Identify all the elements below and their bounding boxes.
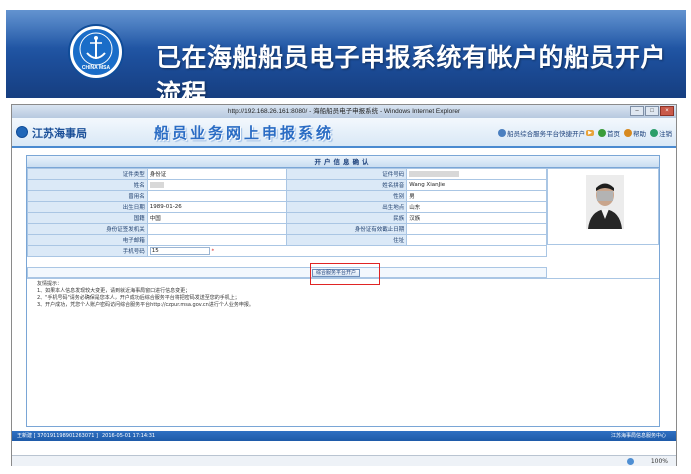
table-row: 证件类型 身份证 证件号码 <box>27 168 547 180</box>
browser-window: http://192.168.26.161:8080/ - 海船船员电子申报系统… <box>11 104 677 466</box>
field-value <box>146 179 288 191</box>
help-link-label: 帮助 <box>633 130 646 138</box>
login-date: 2016-05-01 17:14:31 <box>102 433 156 439</box>
pinyin-value: Wang XianJie <box>406 179 547 191</box>
field-label: 出生日期 <box>27 201 148 213</box>
field-label: 住址 <box>286 234 408 246</box>
field-label: 出生地点 <box>286 201 408 213</box>
account-info-panel: 开户信息确认 证件类型 身份证 证件号码 姓名 姓名拼音 Wang XianJi… <box>26 155 660 427</box>
birth-place-value: 山东 <box>406 201 547 213</box>
slide-banner: CHINA MSA 已在海船船员电子申报系统有帐户的船员开户流程 <box>6 10 686 98</box>
field-label: 身份证签发机关 <box>27 223 148 235</box>
required-mark: * <box>211 248 215 255</box>
ie-status-bar: 100% <box>12 455 676 466</box>
field-label: 身份证有效截止日期 <box>286 223 408 235</box>
help-link[interactable]: 帮助 <box>624 128 646 138</box>
birth-date-value: 1989-01-26 <box>146 201 288 213</box>
logout-icon <box>650 129 658 137</box>
home-icon <box>598 129 606 137</box>
highlight-box <box>310 263 380 285</box>
slide-title: 已在海船船员电子申报系统有帐户的船员开户流程 <box>156 43 667 98</box>
logo-text: CHINA MSA <box>81 65 111 71</box>
browser-title: http://192.168.26.161:8080/ - 海船船员电子申报系统… <box>227 108 461 115</box>
site-org-name: 江苏海事局 <box>32 127 87 140</box>
id-expiry-value <box>406 223 547 235</box>
phone-label: 手机号码 <box>27 245 148 257</box>
browser-titlebar: http://192.168.26.161:8080/ - 海船船员电子申报系统… <box>12 105 676 118</box>
table-row: 电子邮箱 住址 <box>27 234 547 246</box>
info-table: 证件类型 身份证 证件号码 姓名 姓名拼音 Wang XianJie 曾用名 性… <box>27 168 548 257</box>
address-value <box>406 234 547 246</box>
email-value <box>146 234 288 246</box>
field-label: 曾用名 <box>27 190 148 202</box>
close-button[interactable]: × <box>660 106 674 116</box>
note-item: 3、开户成功，凭您个人账户密码访问综合服务平台http://czpur.msa.… <box>37 302 254 308</box>
portal-link-label: 船员综合服务平台快捷开户 <box>507 130 586 138</box>
msa-logo-icon: CHINA MSA <box>70 26 122 78</box>
logout-link-label: 注销 <box>659 130 672 138</box>
portal-link[interactable]: 船员综合服务平台快捷开户 ▶ <box>498 128 594 138</box>
home-link-label: 首页 <box>607 130 620 138</box>
note-item: 1、如果本人信息发现较大变更，请到就近海事局窗口进行信息变更； <box>37 288 191 294</box>
home-link[interactable]: 首页 <box>598 128 620 138</box>
field-label: 民族 <box>286 212 408 224</box>
table-row: 曾用名 性别 男 <box>27 190 547 202</box>
site-system-name: 船员业务网上申报系统 <box>154 124 335 142</box>
field-label: 姓名拼音 <box>286 179 408 191</box>
note-item: 2、"手机号码"请务必确保是您本人，开户成功后综合服务平台将把密码发送至您的手机… <box>37 295 240 301</box>
id-photo <box>586 175 624 229</box>
table-row: 姓名 姓名拼音 Wang XianJie <box>27 179 547 191</box>
photo-cell <box>547 168 659 245</box>
site-header: 江苏海事局 船员业务网上申报系统 船员综合服务平台快捷开户 ▶ 首页 帮助 注销 <box>12 118 676 148</box>
copyright-text: 江苏海事局信息服务中心 <box>610 433 666 439</box>
maximize-button[interactable]: □ <box>645 106 659 116</box>
issuing-authority-value <box>146 223 288 235</box>
masked-name <box>149 181 164 188</box>
logout-link[interactable]: 注销 <box>650 128 672 138</box>
field-label: 性别 <box>286 190 408 202</box>
minimize-button[interactable]: – <box>630 106 644 116</box>
field-value: 身份证 <box>146 168 288 180</box>
gender-value: 男 <box>406 190 547 202</box>
person-icon <box>586 175 624 229</box>
site-status-bar: 王新建 [ 370191198901263071 ] 2016-05-01 17… <box>12 431 676 441</box>
window-controls: – □ × <box>630 106 674 116</box>
former-name-value <box>146 190 288 202</box>
table-row: 出生日期 1989-01-26 出生地点 山东 <box>27 201 547 213</box>
field-label: 国籍 <box>27 212 148 224</box>
field-value <box>406 168 547 180</box>
table-row: 手机号码 15 * <box>27 245 548 257</box>
nationality-value: 中国 <box>146 212 288 224</box>
table-row: 国籍 中国 民族 汉族 <box>27 212 547 224</box>
panel-title: 开户信息确认 <box>27 156 659 168</box>
id-type-value: 身份证 <box>149 172 167 178</box>
help-icon <box>624 129 632 137</box>
field-label: 电子邮箱 <box>27 234 148 246</box>
portal-icon <box>498 129 507 137</box>
enter-badge-icon: ▶ <box>586 130 594 136</box>
header-links: 船员综合服务平台快捷开户 ▶ 首页 帮助 注销 <box>498 128 672 138</box>
field-label: 姓名 <box>27 179 148 191</box>
ethnicity-value: 汉族 <box>406 212 547 224</box>
logged-in-user: 王新建 [ 370191198901263071 ] <box>17 433 98 439</box>
site-logo-icon <box>16 126 28 138</box>
zoom-level[interactable]: 100% <box>651 456 668 467</box>
field-label: 证件类型 <box>27 168 148 180</box>
phone-cell: 15 * <box>146 245 548 257</box>
table-row: 身份证签发机关 身份证有效截止日期 <box>27 223 547 235</box>
button-row: 综合服务平台开户 <box>27 267 547 278</box>
phone-input[interactable]: 15 <box>149 247 210 255</box>
internet-zone-icon <box>627 458 634 465</box>
field-label: 证件号码 <box>286 168 408 180</box>
masked-id-number <box>409 170 460 177</box>
